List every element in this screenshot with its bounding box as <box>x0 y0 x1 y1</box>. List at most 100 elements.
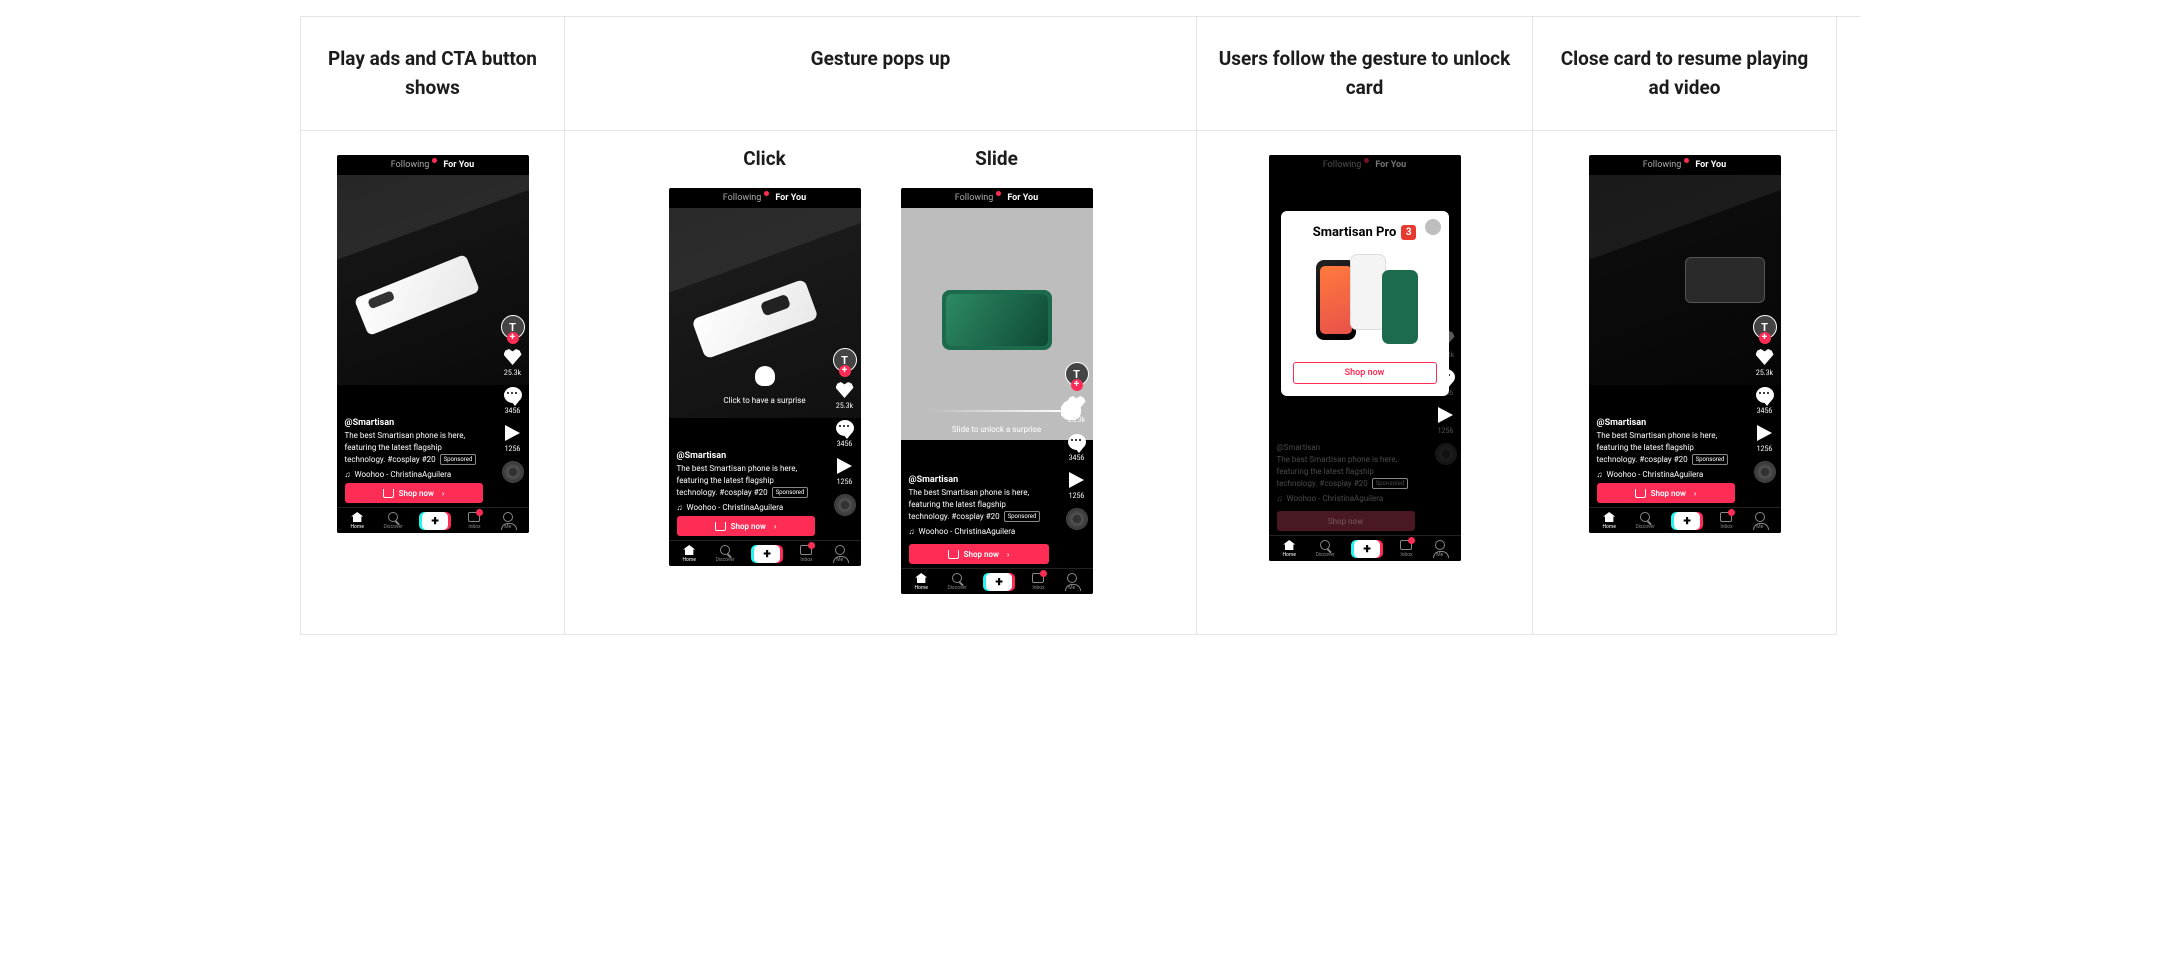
music-disc-icon[interactable] <box>1066 508 1088 530</box>
nav-me[interactable]: Me <box>1753 511 1767 530</box>
tab-following[interactable]: Following <box>723 193 762 203</box>
phone-mock-click: FollowingFor You Click to have a surpris… <box>669 188 861 566</box>
like-button[interactable]: 25.3k <box>1067 394 1087 424</box>
nav-discover[interactable]: Discover <box>1636 511 1655 530</box>
nav-home[interactable]: Home <box>914 572 928 591</box>
inbox-badge-icon <box>476 509 483 516</box>
caption-username[interactable]: @Smartisan <box>677 450 815 464</box>
tab-for-you[interactable]: For You <box>775 193 806 203</box>
comment-button[interactable]: 3456 <box>1755 385 1775 415</box>
nav-inbox[interactable]: Inbox <box>467 511 481 530</box>
shop-now-button[interactable]: Shop now <box>909 544 1049 564</box>
caption-username[interactable]: @Smartisan <box>345 417 483 431</box>
caption-username[interactable]: @Smartisan <box>909 474 1047 488</box>
phone-mock-unlocked: FollowingFor You 25.3k 3456 1256 @Smarti… <box>1269 155 1461 561</box>
phone-mock-step1: Following For You T 25.3k 3456 1256 @Sma… <box>337 155 529 533</box>
sponsored-badge: Sponsored <box>440 454 477 465</box>
gesture-click-column: Click FollowingFor You Click to have a s… <box>669 147 861 594</box>
nav-create-button[interactable]: + <box>986 573 1012 591</box>
heart-icon <box>504 349 522 365</box>
cell-step4: Following For You T 25.3k 3456 1256 @Smar… <box>1533 131 1837 635</box>
nav-home[interactable]: Home <box>1602 511 1616 530</box>
shop-now-button[interactable]: Shop now <box>345 483 483 503</box>
music-disc-icon[interactable] <box>1754 461 1776 483</box>
header-step2: Gesture pops up <box>565 17 1197 131</box>
like-button[interactable]: 25.3k <box>1755 347 1775 377</box>
phone-mock-slide: FollowingFor You Slide to unlock a surpr… <box>901 188 1093 594</box>
caption-text: The best Smartisan phone is here, featur… <box>345 430 483 466</box>
share-button[interactable]: 1256 <box>1067 470 1087 500</box>
share-button[interactable]: 1256 <box>835 456 855 486</box>
nav-me[interactable]: Me <box>1065 572 1079 591</box>
shop-now-button-dimmed: Shop now <box>1277 511 1415 531</box>
nav-inbox[interactable]: Inbox <box>1719 511 1733 530</box>
nav-inbox[interactable]: Inbox <box>799 544 813 563</box>
search-icon <box>388 512 398 522</box>
nav-create-button[interactable]: + <box>1674 512 1700 530</box>
product-phone-render <box>691 279 818 360</box>
tab-following[interactable]: Following <box>391 160 430 170</box>
steps-table: Play ads and CTA button shows Gesture po… <box>300 16 1860 635</box>
product-phone-render <box>1685 257 1765 303</box>
nav-home[interactable]: Home <box>350 511 364 530</box>
like-button[interactable]: 25.3k <box>503 347 523 377</box>
nav-home[interactable]: Home <box>1282 539 1296 558</box>
phone-mock-resume: Following For You T 25.3k 3456 1256 @Smar… <box>1589 155 1781 533</box>
bottom-nav: Home Discover + Inbox Me <box>337 507 529 533</box>
nav-home[interactable]: Home <box>682 544 696 563</box>
comment-button[interactable]: 3456 <box>503 385 523 415</box>
gesture-click-title: Click <box>743 147 786 170</box>
nav-discover[interactable]: Discover <box>948 572 967 591</box>
nav-create-button[interactable]: + <box>1354 540 1380 558</box>
music-disc-icon[interactable] <box>502 461 524 483</box>
video-caption: @Smartisan The best Smartisan phone is h… <box>345 417 483 482</box>
nav-discover[interactable]: Discover <box>384 511 403 530</box>
nav-me[interactable]: Me <box>1433 539 1447 558</box>
nav-create-button[interactable]: + <box>754 545 780 563</box>
person-icon <box>503 512 513 522</box>
share-button[interactable]: 1256 <box>503 423 523 453</box>
card-shop-now-button[interactable]: Shop now <box>1293 362 1437 384</box>
cell-step3: FollowingFor You 25.3k 3456 1256 @Smarti… <box>1197 131 1533 635</box>
comment-button[interactable]: 3456 <box>1067 432 1087 462</box>
gesture-slide-title: Slide <box>975 147 1018 170</box>
tab-for-you[interactable]: For You <box>1695 160 1726 170</box>
nav-inbox[interactable]: Inbox <box>1031 572 1045 591</box>
card-title: Smartisan Pro3 <box>1313 225 1417 240</box>
slide-arrow-icon <box>927 410 1067 412</box>
unlock-card: Smartisan Pro3 Shop now <box>1281 211 1449 396</box>
tab-for-you[interactable]: For You <box>443 160 474 170</box>
nav-discover[interactable]: Discover <box>716 544 735 563</box>
nav-discover[interactable]: Discover <box>1316 539 1335 558</box>
shop-now-button[interactable]: Shop now <box>1597 483 1735 503</box>
right-rail: T 25.3k 3456 1256 <box>501 315 525 483</box>
nav-create-button[interactable]: + <box>422 512 448 530</box>
header-step1: Play ads and CTA button shows <box>301 17 565 131</box>
cell-step2: Click FollowingFor You Click to have a s… <box>565 131 1197 635</box>
nav-me[interactable]: Me <box>833 544 847 563</box>
comment-icon <box>504 387 522 403</box>
profile-avatar-button[interactable]: T <box>1753 315 1777 339</box>
inbox-icon <box>468 512 480 522</box>
caption-username[interactable]: @Smartisan <box>1597 417 1735 431</box>
comment-button[interactable]: 3456 <box>835 418 855 448</box>
shop-now-button[interactable]: Shop now <box>677 516 815 536</box>
hand-pointer-icon <box>755 366 775 386</box>
music-label[interactable]: Woohoo - ChristinaAguilera <box>345 469 483 481</box>
nav-inbox[interactable]: Inbox <box>1399 539 1413 558</box>
like-button[interactable]: 25.3k <box>835 380 855 410</box>
music-disc-icon[interactable] <box>834 494 856 516</box>
caption-dimmed: @Smartisan The best Smartisan phone is h… <box>1277 442 1415 505</box>
feed-tabs: Following For You <box>337 155 529 175</box>
tab-following[interactable]: Following <box>1643 160 1682 170</box>
profile-avatar-button[interactable]: T <box>501 315 525 339</box>
close-card-button[interactable] <box>1425 219 1441 235</box>
tab-for-you[interactable]: For You <box>1007 193 1038 203</box>
header-step3: Users follow the gesture to unlock card <box>1197 17 1533 131</box>
nav-me[interactable]: Me <box>501 511 515 530</box>
profile-avatar-button[interactable]: T <box>833 348 857 372</box>
share-button[interactable]: 1256 <box>1755 423 1775 453</box>
tab-following[interactable]: Following <box>955 193 994 203</box>
card-product-image <box>1310 250 1420 350</box>
profile-avatar-button[interactable]: T <box>1065 362 1089 386</box>
